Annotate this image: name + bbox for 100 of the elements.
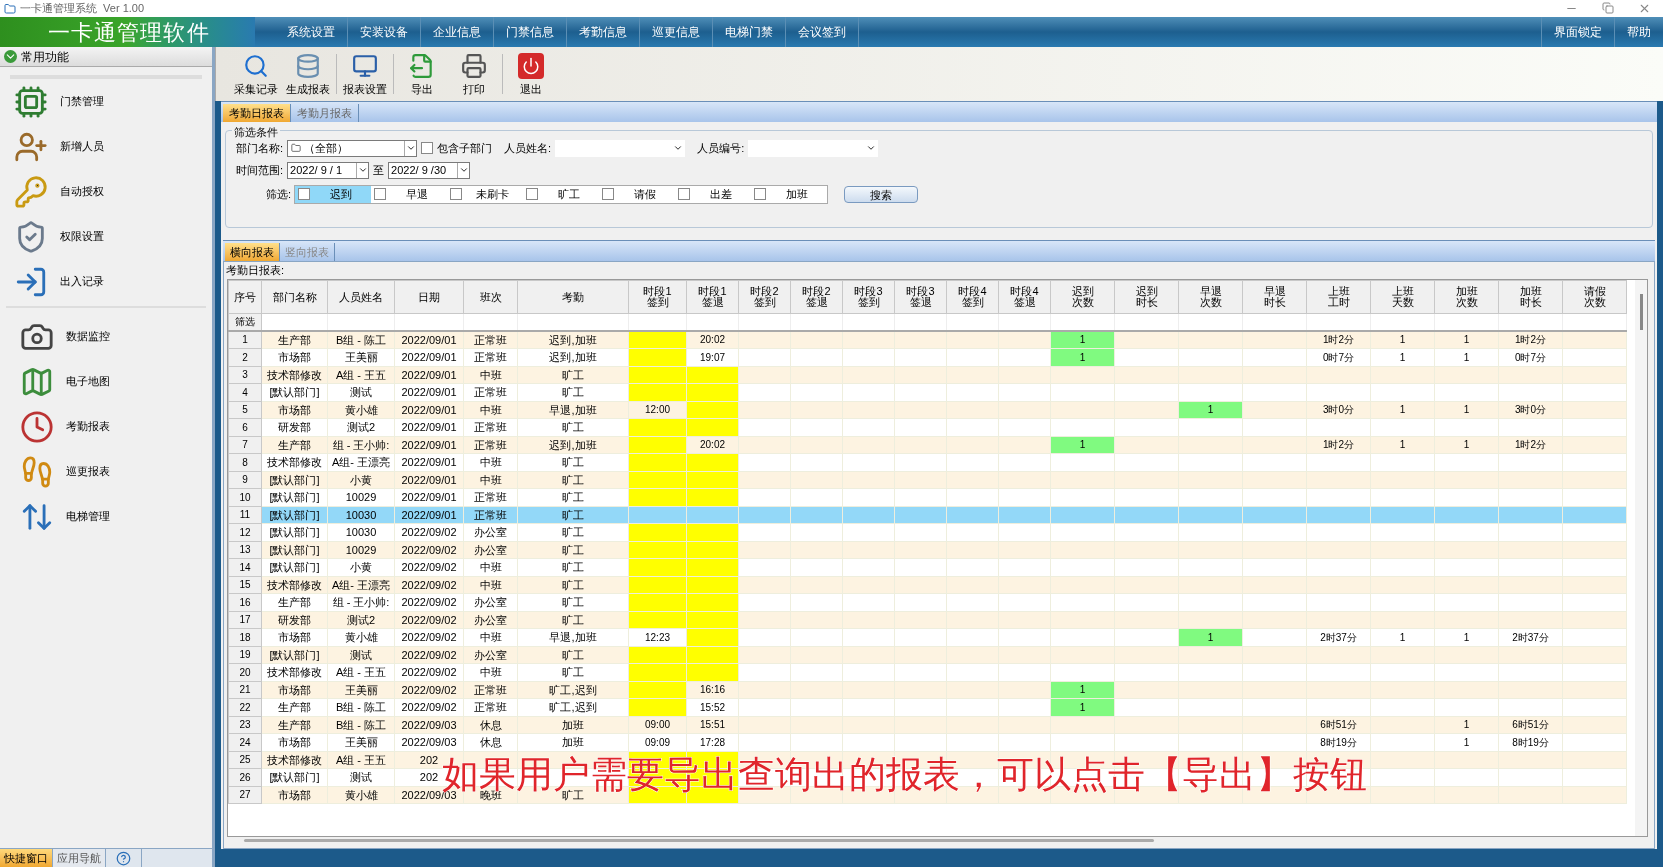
- table-cell[interactable]: 生产部: [261, 330, 328, 349]
- department-select[interactable]: （全部）: [287, 139, 418, 157]
- column-header[interactable]: 迟到 时长: [1114, 280, 1179, 314]
- column-header[interactable]: 人员姓名: [327, 280, 395, 314]
- sidebar-item[interactable]: 电子地图: [6, 359, 206, 404]
- table-cell: 2022/09/02: [394, 523, 464, 541]
- table-cell[interactable]: 市场部: [261, 733, 328, 751]
- column-header[interactable]: 时段4 签退: [998, 280, 1051, 314]
- sidebar-item[interactable]: 数据监控: [6, 314, 206, 359]
- table-cell[interactable]: 市场部: [261, 628, 328, 646]
- date-picker[interactable]: 2022/ 9 / 1: [287, 161, 370, 179]
- checkbox[interactable]: [374, 188, 386, 200]
- column-header[interactable]: 加班 时长: [1498, 280, 1563, 314]
- sidebar-item[interactable]: 新增人员: [0, 124, 212, 169]
- checkbox[interactable]: [450, 188, 462, 200]
- table-cell[interactable]: 生产部: [261, 436, 328, 454]
- toolbar-button[interactable]: 报表设置: [339, 49, 391, 99]
- column-header[interactable]: 时段4 签到: [946, 280, 999, 314]
- table-cell[interactable]: [默认部门]: [261, 646, 328, 664]
- table-cell[interactable]: [默认部门]: [261, 558, 328, 576]
- table-cell[interactable]: 技术部修改: [261, 453, 328, 471]
- table-cell[interactable]: [默认部门]: [261, 471, 328, 489]
- checkbox[interactable]: [602, 188, 614, 200]
- column-header[interactable]: 早退 时长: [1242, 280, 1307, 314]
- column-header[interactable]: 早退 次数: [1178, 280, 1243, 314]
- bottom-tab[interactable]: 快捷窗口: [0, 849, 53, 867]
- checkbox[interactable]: [526, 188, 538, 200]
- table-cell[interactable]: 技术部修改: [261, 663, 328, 681]
- toolbar-button[interactable]: 导出: [396, 49, 448, 99]
- table-cell[interactable]: [默认部门]: [261, 383, 328, 401]
- column-header[interactable]: 日期: [394, 280, 464, 314]
- horizontal-scrollbar[interactable]: [244, 839, 1154, 842]
- toolbar-button[interactable]: 退出: [505, 49, 557, 99]
- column-header[interactable]: 加班 次数: [1434, 280, 1499, 314]
- column-header[interactable]: 时段1 签退: [686, 280, 739, 314]
- column-header[interactable]: 时段2 签退: [790, 280, 843, 314]
- table-cell[interactable]: [默认部门]: [261, 488, 328, 506]
- filter-option[interactable]: 迟到: [295, 185, 371, 203]
- checkbox[interactable]: [754, 188, 766, 200]
- sidebar-item[interactable]: 权限设置: [0, 214, 212, 259]
- table-cell[interactable]: [默认部门]: [261, 541, 328, 559]
- column-header[interactable]: 上班 工时: [1306, 280, 1371, 314]
- table-cell: 1时2分: [1498, 330, 1563, 349]
- sidebar-item[interactable]: 自动授权: [0, 169, 212, 214]
- sidebar-item[interactable]: 出入记录: [0, 259, 212, 304]
- collapse-icon[interactable]: [4, 50, 17, 63]
- table-cell[interactable]: [默认部门]: [261, 506, 328, 524]
- table-cell: 黄小雄: [327, 786, 395, 804]
- tab[interactable]: 考勤日报表: [223, 104, 291, 122]
- table-cell[interactable]: [默认部门]: [261, 768, 328, 786]
- close-icon[interactable]: [1638, 2, 1651, 15]
- column-header[interactable]: 时段2 签到: [738, 280, 791, 314]
- tab[interactable]: 横向报表: [225, 243, 280, 261]
- column-header[interactable]: 班次: [463, 280, 518, 314]
- scrollbar-thumb[interactable]: [1639, 294, 1643, 330]
- dropdown-icon: [357, 165, 368, 175]
- sidebar-item[interactable]: 考勤报表: [6, 404, 206, 449]
- table-cell[interactable]: 生产部: [261, 593, 328, 611]
- tab[interactable]: 考勤月报表: [291, 104, 359, 122]
- field-label: 人员编号:: [697, 140, 745, 156]
- checkbox[interactable]: [421, 142, 434, 154]
- sidebar-item[interactable]: 巡更报表: [6, 449, 206, 494]
- sidebar-item[interactable]: 门禁管理: [0, 79, 212, 124]
- checkbox[interactable]: [678, 188, 690, 200]
- checkbox[interactable]: [298, 188, 310, 200]
- table-cell[interactable]: 技术部修改: [261, 751, 328, 769]
- column-header[interactable]: 上班 天数: [1370, 280, 1435, 314]
- table-cell[interactable]: 技术部修改: [261, 366, 328, 384]
- toolbar-button[interactable]: 采集记录: [230, 49, 282, 99]
- table-cell[interactable]: 研发部: [261, 418, 328, 436]
- column-header[interactable]: 时段3 签退: [894, 280, 947, 314]
- table-cell: B组 - 陈工: [327, 698, 395, 716]
- column-header[interactable]: 部门名称: [261, 280, 328, 314]
- table-cell[interactable]: 市场部: [261, 401, 328, 419]
- table-cell[interactable]: 市场部: [261, 348, 328, 366]
- table-cell[interactable]: [默认部门]: [261, 523, 328, 541]
- table-cell[interactable]: 技术部修改: [261, 576, 328, 594]
- table-cell[interactable]: 生产部: [261, 716, 328, 734]
- table-cell: 办公室: [463, 611, 518, 629]
- bottom-tab[interactable]: 应用导航: [53, 849, 106, 867]
- table-cell: 王美丽: [327, 348, 395, 366]
- restore-icon[interactable]: [1602, 2, 1614, 14]
- help-icon[interactable]: [116, 850, 131, 866]
- column-header[interactable]: 时段1 签到: [628, 280, 687, 314]
- sidebar-item[interactable]: 电梯管理: [6, 494, 206, 539]
- table-cell[interactable]: 市场部: [261, 786, 328, 804]
- column-header[interactable]: 考勤: [517, 280, 629, 314]
- table-cell[interactable]: 市场部: [261, 681, 328, 699]
- column-header[interactable]: 请假 次数: [1562, 280, 1627, 314]
- column-header[interactable]: 时段3 签到: [842, 280, 895, 314]
- table-cell[interactable]: 生产部: [261, 698, 328, 716]
- table-cell[interactable]: 研发部: [261, 611, 328, 629]
- column-header[interactable]: 序号: [228, 280, 262, 314]
- sidebar-header[interactable]: 常用功能: [0, 47, 212, 67]
- search-button[interactable]: 搜索: [844, 185, 918, 203]
- column-header[interactable]: 迟到 次数: [1050, 280, 1115, 314]
- table-cell: 2022/09/01: [394, 401, 464, 419]
- toolbar-button[interactable]: 生成报表: [282, 49, 334, 99]
- date-picker[interactable]: 2022/ 9 /30: [388, 161, 471, 179]
- toolbar-button[interactable]: 打印: [448, 49, 500, 99]
